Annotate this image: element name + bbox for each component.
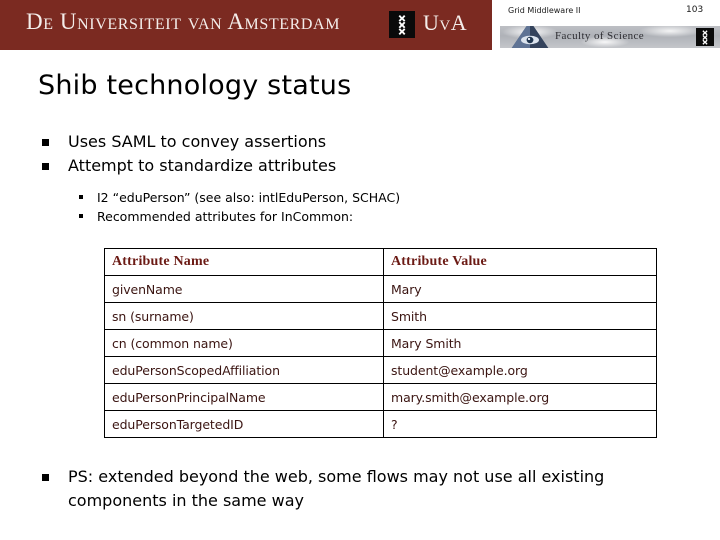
- pyramid-logo-icon: [505, 26, 555, 48]
- bullet-text: Attempt to standardize attributes: [68, 156, 337, 175]
- faculty-label: Faculty of Science: [555, 30, 645, 42]
- cell-attribute-value: student@example.org: [383, 356, 657, 384]
- attribute-table: Attribute Name Attribute Value givenName…: [104, 248, 657, 438]
- table-row: eduPersonPrincipalName mary.smith@exampl…: [104, 383, 657, 411]
- university-abbreviation: UvA: [423, 10, 468, 35]
- slide-title: Shib technology status: [38, 70, 352, 101]
- small-square-bullet-icon: [79, 214, 83, 218]
- bullet-text: Uses SAML to convey assertions: [68, 132, 327, 151]
- bullet-item: Attempt to standardize attributes: [40, 154, 660, 177]
- square-bullet-icon: [42, 474, 49, 481]
- table-row: eduPersonScopedAffiliation student@examp…: [104, 356, 657, 384]
- university-wordmark: De Universiteit van Amsterdam: [26, 9, 341, 34]
- table-row: givenName Mary: [104, 275, 657, 303]
- square-bullet-icon: [42, 163, 49, 170]
- sub-bullet-item: Recommended attributes for InCommon:: [75, 207, 655, 226]
- bullet-item: Uses SAML to convey assertions: [40, 130, 660, 153]
- cell-attribute-value: Mary Smith: [383, 329, 657, 357]
- footer-bullet-item: PS: extended beyond the web, some flows …: [40, 465, 708, 513]
- bullet-list-level1: Uses SAML to convey assertions Attempt t…: [40, 130, 660, 178]
- cell-attribute-value: mary.smith@example.org: [383, 383, 657, 411]
- cell-attribute-name: eduPersonScopedAffiliation: [104, 356, 384, 384]
- sub-bullet-text: I2 “eduPerson” (see also: intlEduPerson,…: [97, 190, 401, 205]
- cell-attribute-value: ?: [383, 410, 657, 438]
- sub-bullet-item: I2 “eduPerson” (see also: intlEduPerson,…: [75, 188, 655, 207]
- table-row: eduPersonTargetedID ?: [104, 410, 657, 438]
- bullet-list-level2: I2 “eduPerson” (see also: intlEduPerson,…: [75, 188, 655, 226]
- table-row: sn (surname) Smith: [104, 302, 657, 330]
- table-row: cn (common name) Mary Smith: [104, 329, 657, 357]
- column-header-attribute-name: Attribute Name: [104, 248, 384, 276]
- uva-coat-of-arms-icon: [389, 11, 415, 38]
- cell-attribute-name: eduPersonTargetedID: [104, 410, 384, 438]
- sub-bullet-text: Recommended attributes for InCommon:: [97, 209, 354, 224]
- faculty-banner: Faculty of Science: [500, 26, 720, 48]
- uva-header-banner: De Universiteit van Amsterdam UvA: [0, 0, 492, 50]
- slide-number: 103: [686, 5, 704, 15]
- footer-bullet-text: PS: extended beyond the web, some flows …: [68, 467, 605, 510]
- small-square-bullet-icon: [79, 195, 83, 199]
- slide-header-right: Grid Middleware II 103 Faculty of Scienc…: [492, 0, 720, 58]
- cell-attribute-value: Mary: [383, 275, 657, 303]
- faculty-coat-of-arms-icon: [696, 28, 714, 46]
- column-header-attribute-value: Attribute Value: [383, 248, 657, 276]
- square-bullet-icon: [42, 139, 49, 146]
- course-title: Grid Middleware II: [508, 6, 581, 15]
- cell-attribute-name: sn (surname): [104, 302, 384, 330]
- cell-attribute-name: eduPersonPrincipalName: [104, 383, 384, 411]
- table-header-row: Attribute Name Attribute Value: [104, 248, 657, 276]
- cell-attribute-name: cn (common name): [104, 329, 384, 357]
- cell-attribute-name: givenName: [104, 275, 384, 303]
- cell-attribute-value: Smith: [383, 302, 657, 330]
